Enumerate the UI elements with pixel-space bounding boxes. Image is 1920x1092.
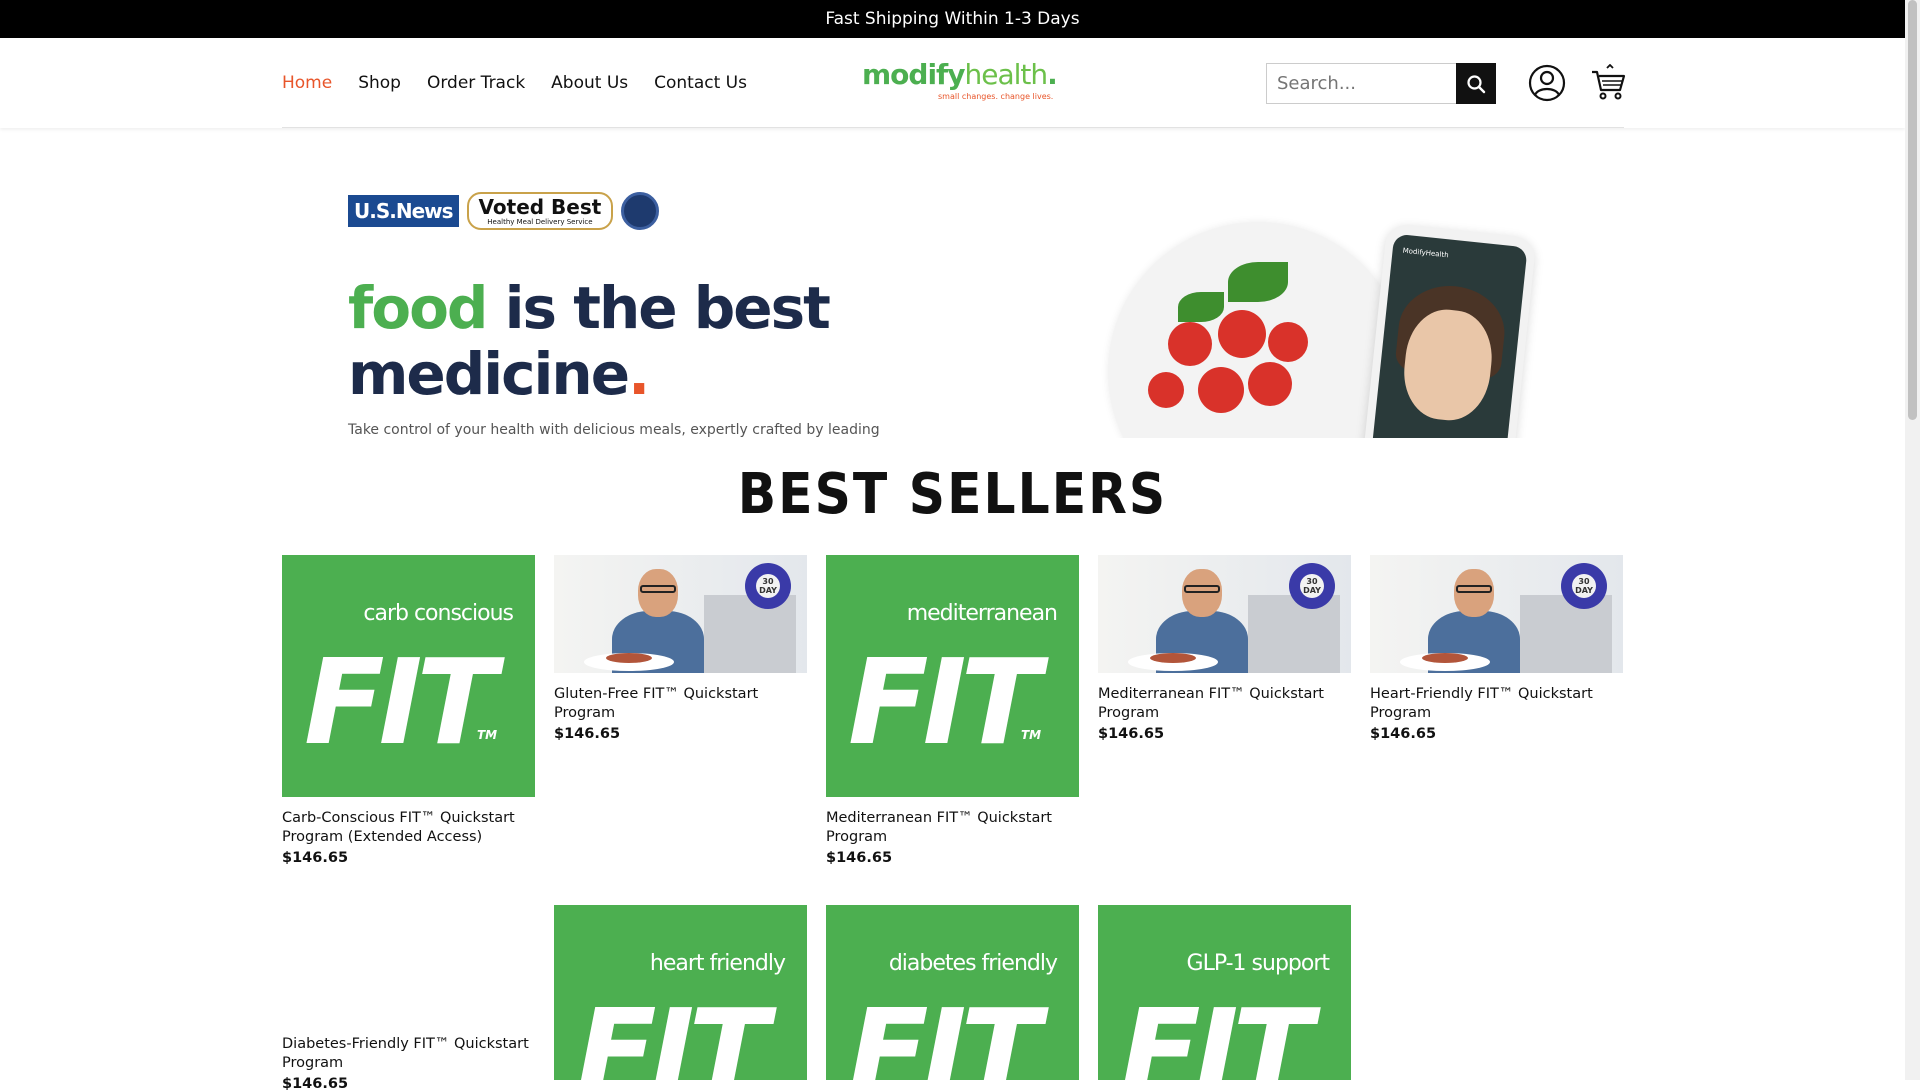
page-scrollbar[interactable] bbox=[1905, 0, 1920, 1080]
product-price: $146.65 bbox=[282, 1076, 349, 1092]
tm-mark: TM bbox=[1021, 728, 1042, 742]
hero-banner[interactable]: U.S.News Voted Best Healthy Meal Deliver… bbox=[282, 150, 1624, 438]
guarantee-badge-icon: 30 DAY bbox=[1289, 563, 1335, 609]
product-card[interactable]: 30 DAY Gluten-Free FIT™ Quickstart Progr… bbox=[554, 555, 807, 742]
headline-rest: is the best bbox=[486, 274, 831, 342]
site-header: Home Shop Order Track About Us Contact U… bbox=[0, 38, 1905, 128]
award-seal-icon bbox=[621, 192, 660, 230]
product-name[interactable]: Mediterranean FIT™ Quickstart Program bbox=[1098, 685, 1351, 723]
product-price: $146.65 bbox=[1370, 726, 1437, 742]
thumb-title: GLP-1 support bbox=[1186, 951, 1330, 976]
product-image[interactable]: mediterranean FIT TM bbox=[826, 555, 1079, 797]
nav-about-us[interactable]: About Us bbox=[551, 73, 628, 93]
account-icon[interactable] bbox=[1528, 64, 1566, 102]
thumb-title: diabetes friendly bbox=[888, 951, 1058, 976]
fit-wordmark: FIT bbox=[304, 633, 497, 771]
product-image[interactable]: carb conscious FIT TM bbox=[282, 555, 535, 797]
product-price: $146.65 bbox=[282, 850, 349, 866]
logo-health: health bbox=[964, 58, 1049, 91]
search-form bbox=[1266, 63, 1496, 104]
logo-tagline: small changes. change lives. bbox=[938, 92, 1054, 101]
nav-contact-us[interactable]: Contact Us bbox=[654, 73, 747, 93]
product-image[interactable]: GLP-1 support FIT bbox=[1098, 905, 1351, 1080]
search-button[interactable] bbox=[1456, 63, 1496, 104]
badge-text: 30 DAY bbox=[1572, 574, 1596, 598]
product-price: $146.65 bbox=[826, 850, 893, 866]
hero-headline: food is the best medicine. bbox=[348, 274, 831, 408]
product-image[interactable]: diabetes friendly FIT bbox=[826, 905, 1079, 1080]
product-card[interactable]: 30 DAY Mediterranean FIT™ Quickstart Pro… bbox=[1098, 555, 1351, 742]
best-sellers-heading: BEST SELLERS bbox=[737, 462, 1168, 527]
announcement-bar: Fast Shipping Within 1-3 Days bbox=[0, 0, 1905, 38]
food-plate-image bbox=[1108, 222, 1408, 438]
cart-icon[interactable] bbox=[1590, 64, 1626, 102]
nav-order-track[interactable]: Order Track bbox=[427, 73, 525, 93]
search-icon bbox=[1467, 74, 1486, 93]
phone-label: ModifyHealth bbox=[1402, 246, 1450, 260]
headline-medicine: medicine bbox=[348, 340, 630, 408]
product-name[interactable]: Gluten-Free FIT™ Quickstart Program bbox=[554, 685, 807, 723]
thumb-title: carb conscious bbox=[363, 601, 514, 626]
product-image[interactable]: 30 DAY bbox=[554, 555, 807, 673]
product-name[interactable]: Mediterranean FIT™ Quickstart Program bbox=[826, 809, 1079, 847]
product-name[interactable]: Carb-Conscious FIT™ Quickstart Program (… bbox=[282, 809, 535, 847]
main-nav: Home Shop Order Track About Us Contact U… bbox=[282, 38, 747, 128]
product-card[interactable]: diabetes friendly FIT bbox=[826, 905, 1079, 1080]
product-card[interactable]: heart friendly FIT bbox=[554, 905, 807, 1080]
product-image[interactable]: 30 DAY bbox=[1098, 555, 1351, 673]
product-card[interactable]: Diabetes-Friendly FIT™ Quickstart Progra… bbox=[282, 905, 535, 1092]
voted-best-text: Voted Best bbox=[478, 195, 602, 219]
award-badges: U.S.News Voted Best Healthy Meal Deliver… bbox=[348, 192, 660, 230]
fit-wordmark: FIT bbox=[1120, 983, 1313, 1080]
header-divider bbox=[282, 127, 1624, 128]
fit-wordmark: FIT bbox=[576, 983, 769, 1080]
product-image[interactable] bbox=[282, 905, 535, 1023]
voted-best-badge: Voted Best Healthy Meal Delivery Service bbox=[466, 192, 614, 230]
fit-wordmark: FIT bbox=[848, 983, 1041, 1080]
product-name[interactable]: Diabetes-Friendly FIT™ Quickstart Progra… bbox=[282, 1035, 535, 1073]
nav-home[interactable]: Home bbox=[282, 73, 332, 93]
badge-text: 30 DAY bbox=[1300, 574, 1324, 598]
product-card[interactable]: 30 DAY Heart-Friendly FIT™ Quickstart Pr… bbox=[1370, 555, 1623, 742]
thumb-title: heart friendly bbox=[649, 951, 786, 976]
guarantee-badge-icon: 30 DAY bbox=[745, 563, 791, 609]
badge-text: 30 DAY bbox=[756, 574, 780, 598]
product-price: $146.65 bbox=[1098, 726, 1165, 742]
logo-modify: modify bbox=[862, 58, 965, 91]
hero-subline: Take control of your health with delicio… bbox=[348, 422, 880, 438]
product-card[interactable]: mediterranean FIT TM Mediterranean FIT™ … bbox=[826, 555, 1079, 866]
product-image[interactable]: heart friendly FIT bbox=[554, 905, 807, 1080]
site-logo[interactable]: modifyhealth. small changes. change live… bbox=[862, 58, 1058, 108]
usnews-badge: U.S.News bbox=[348, 195, 459, 227]
product-card[interactable]: GLP-1 support FIT bbox=[1098, 905, 1351, 1080]
product-name[interactable]: Heart-Friendly FIT™ Quickstart Program bbox=[1370, 685, 1623, 723]
product-image[interactable]: 30 DAY bbox=[1370, 555, 1623, 673]
thumb-title: mediterranean bbox=[906, 601, 1058, 626]
product-card[interactable]: carb conscious FIT TM Carb-Conscious FIT… bbox=[282, 555, 535, 866]
tm-mark: TM bbox=[477, 728, 498, 742]
headline-food: food bbox=[348, 274, 488, 342]
product-price: $146.65 bbox=[554, 726, 621, 742]
scrollbar-thumb[interactable] bbox=[1908, 0, 1917, 420]
headline-dot: . bbox=[628, 340, 650, 408]
announcement-text: Fast Shipping Within 1-3 Days bbox=[825, 9, 1080, 29]
logo-dot: . bbox=[1047, 58, 1058, 91]
phone-video-call-image: ModifyHealth bbox=[1361, 222, 1537, 438]
search-input[interactable] bbox=[1266, 63, 1456, 104]
nav-shop[interactable]: Shop bbox=[358, 73, 401, 93]
fit-wordmark: FIT bbox=[848, 633, 1041, 771]
voted-best-subtext: Healthy Meal Delivery Service bbox=[487, 218, 593, 226]
guarantee-badge-icon: 30 DAY bbox=[1561, 563, 1607, 609]
